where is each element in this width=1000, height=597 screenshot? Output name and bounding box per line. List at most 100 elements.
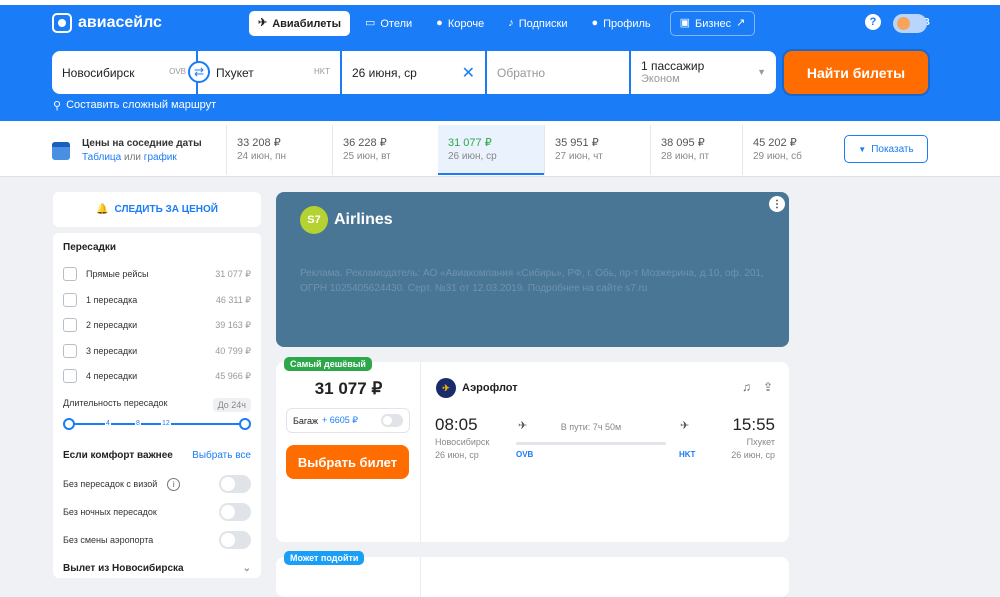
transfer-label: 4 пересадки — [86, 371, 138, 381]
checkbox[interactable] — [63, 344, 77, 358]
nav-item-short[interactable]: ● Короче — [427, 11, 493, 36]
departure-date: 26 июн, ср — [435, 450, 479, 460]
destination-field[interactable]: Пхукет HKT — [198, 51, 340, 94]
checkbox[interactable] — [63, 318, 77, 332]
depart-date-field[interactable]: 26 июня, ср ✕ — [342, 51, 485, 94]
date-price: 36 228 ₽ — [343, 137, 387, 149]
toggle-switch[interactable] — [219, 531, 251, 549]
return-placeholder: Обратно — [497, 65, 546, 80]
nav-label: Подписки — [518, 17, 568, 30]
departure-section[interactable]: Вылет из Новосибирска ⌄ — [63, 563, 251, 574]
slider-track — [69, 423, 245, 425]
info-icon[interactable]: i — [167, 477, 181, 491]
duration-slider[interactable]: 4 8 12 — [63, 418, 251, 430]
theme-toggle[interactable] — [893, 14, 927, 33]
nav-item-subscriptions[interactable]: ♪ Подписки — [499, 11, 576, 36]
date-cell[interactable]: 45 202 ₽ 29 июн, сб — [742, 125, 837, 175]
watch-price-button[interactable]: 🔔 СЛЕДИТЬ ЗА ЦЕНОЙ — [53, 192, 261, 227]
toggle-switch[interactable] — [219, 475, 251, 493]
chart-link[interactable]: график — [144, 152, 177, 163]
transfer-option[interactable]: Прямые рейсы 31 077 ₽ — [63, 266, 251, 282]
departure-time: 08:05 — [435, 415, 478, 434]
arrival-code: HKT — [679, 450, 696, 459]
cabin-class: Эконом — [641, 72, 680, 85]
aeroflot-logo: ✈ — [436, 378, 456, 398]
select-ticket-button[interactable]: Выбрать билет — [286, 445, 409, 479]
toggle-switch[interactable] — [219, 503, 251, 521]
transfer-price: 40 799 ₽ — [215, 345, 251, 356]
search-form: Новосибирск OVB Пхукет HKT ⇄ 26 июня, ср… — [52, 51, 776, 94]
arrival-time: 15:55 — [732, 415, 775, 434]
switch-row[interactable]: Без пересадок с визой i — [63, 474, 251, 494]
bell-icon[interactable]: ♫ — [742, 380, 751, 394]
more-options-icon[interactable]: ⋮ — [769, 196, 785, 212]
chevron-down-icon: ▼ — [757, 67, 766, 77]
date-label: 25 июн, вт — [343, 151, 391, 162]
calendar-icon — [52, 142, 70, 160]
clear-date-icon[interactable]: ✕ — [462, 63, 475, 83]
origin-field[interactable]: Новосибирск OVB — [52, 51, 196, 94]
or-text: или — [124, 152, 142, 163]
external-link-icon: ↗ — [736, 17, 746, 29]
passengers-field[interactable]: 1 пассажир Эконом ▼ — [631, 51, 776, 94]
baggage-toggle[interactable] — [381, 414, 403, 427]
nav-label: Короче — [447, 17, 485, 30]
origin-code: OVB — [169, 67, 186, 76]
landing-icon: ✈ — [680, 420, 690, 432]
transfer-option[interactable]: 2 пересадки 39 163 ₽ — [63, 317, 251, 333]
nav-item-business[interactable]: ▣ Бизнес ↗ — [669, 11, 756, 36]
select-all-link[interactable]: Выбрать все — [192, 450, 251, 461]
baggage-option[interactable]: Багаж + 6605 ₽ — [286, 408, 410, 433]
help-icon[interactable]: ? — [864, 14, 881, 30]
switch-row[interactable]: Без смены аэропорта — [63, 530, 251, 550]
date-cell-selected[interactable]: 31 077 ₽ 26 июн, ср — [438, 125, 544, 175]
nav-label: Бизнес — [695, 17, 732, 30]
nav-item-hotels[interactable]: ▭ Отели — [356, 11, 421, 36]
transfer-option[interactable]: 4 пересадки 45 966 ₽ — [63, 368, 251, 384]
nav-label: Отели — [380, 17, 413, 30]
watch-price-label: СЛЕДИТЬ ЗА ЦЕНОЙ — [114, 204, 218, 215]
date-cell[interactable]: 38 095 ₽28 июн, пт — [650, 125, 756, 175]
chevron-down-icon: ⌄ — [242, 563, 251, 574]
slider-mark: 12 — [161, 420, 171, 427]
share-icon[interactable]: ⇪ — [763, 380, 773, 394]
find-tickets-button[interactable]: Найти билеты — [784, 51, 928, 94]
show-dates-button[interactable]: ▼ Показать — [844, 135, 928, 163]
complex-route-link[interactable]: ⚲ Составить сложный маршрут — [53, 99, 216, 112]
switch-row[interactable]: Без ночных пересадок — [63, 502, 251, 522]
s7-logo-mark: S7 — [300, 206, 328, 234]
duration-header: Длительность пересадок До 24ч — [63, 398, 251, 412]
nav-label: Авиабилеты — [272, 17, 341, 30]
date-cell[interactable]: 33 208 ₽ 24 июн, пн — [226, 125, 332, 175]
date-cell[interactable]: 36 228 ₽ 25 июн, вт — [332, 125, 438, 175]
ticket-card[interactable]: 31 077 ₽ Багаж + 6605 ₽ Выбрать билет ✈ … — [276, 362, 789, 542]
logo[interactable]: авиасейлс — [52, 13, 162, 33]
slider-handle-max[interactable] — [239, 418, 251, 430]
transfer-price: 31 077 ₽ — [215, 268, 251, 279]
transfer-label: 2 пересадки — [86, 320, 138, 330]
airline-name: Аэрофлот — [462, 382, 518, 394]
logo-icon — [52, 13, 72, 33]
swap-icon[interactable]: ⇄ — [188, 61, 210, 83]
nav-label: Профиль — [603, 17, 651, 30]
main-nav: ✈ Авиабилеты ▭ Отели ● Короче ♪ Подписки ● Пр… — [249, 11, 756, 36]
slider-handle-min[interactable] — [63, 418, 75, 430]
duration-label: Длительность пересадок — [63, 398, 168, 408]
baggage-price: + 6605 ₽ — [322, 415, 359, 425]
date-price: 31 077 ₽ — [448, 137, 492, 149]
date-cell[interactable]: 35 951 ₽ 27 июн, чт — [544, 125, 650, 175]
table-link[interactable]: Таблица — [82, 152, 121, 163]
duration-badge: До 24ч — [212, 398, 251, 412]
ticket-actions: ♫ ⇪ — [742, 380, 773, 394]
ad-banner[interactable]: S7 Airlines Реклама. Рекламодатель: АО «… — [276, 192, 789, 347]
transfer-option[interactable]: 3 пересадки 40 799 ₽ — [63, 343, 251, 359]
checkbox[interactable] — [63, 293, 77, 307]
nav-item-profile[interactable]: ● Профиль — [582, 11, 659, 36]
checkbox[interactable] — [63, 369, 77, 383]
nav-item-flights[interactable]: ✈ Авиабилеты — [249, 11, 350, 36]
transfer-option[interactable]: 1 пересадка 46 311 ₽ — [63, 292, 251, 308]
airline: ✈ Аэрофлот — [436, 378, 518, 398]
checkbox[interactable] — [63, 267, 77, 281]
departure-title: Вылет из Новосибирска — [63, 563, 184, 574]
return-date-field[interactable]: Обратно — [487, 51, 629, 94]
